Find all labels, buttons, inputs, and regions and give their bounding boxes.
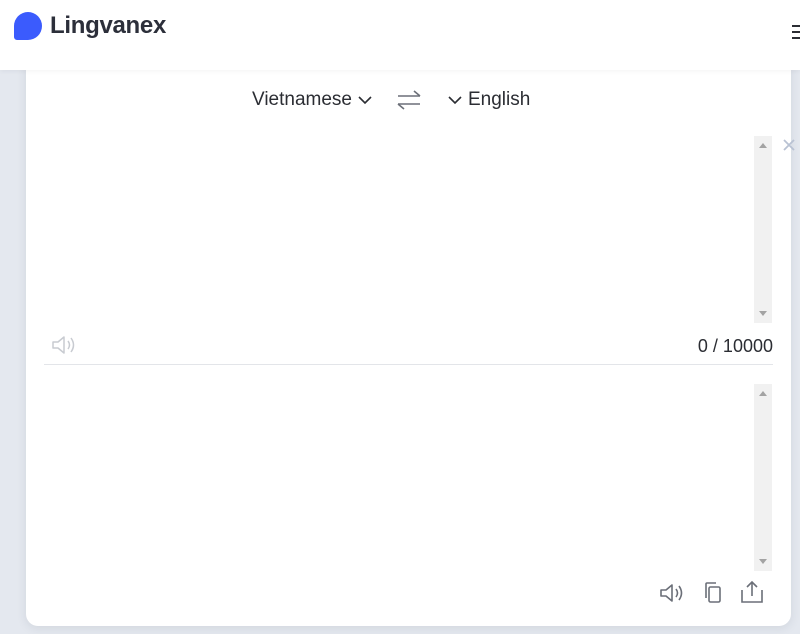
- translator-card: Vietnamese English 0 / 10000: [26, 56, 791, 626]
- source-language-label: Vietnamese: [252, 89, 352, 110]
- chevron-down-icon: [358, 96, 372, 105]
- speaker-icon[interactable]: [50, 334, 78, 356]
- brand-logo[interactable]: Lingvanex: [14, 12, 166, 40]
- logo-mark: [14, 12, 42, 40]
- speaker-icon[interactable]: [658, 581, 686, 605]
- scroll-up-arrow[interactable]: [759, 143, 767, 148]
- source-scrollbar[interactable]: [754, 136, 772, 323]
- copy-icon[interactable]: [702, 580, 724, 606]
- section-divider: [44, 364, 773, 365]
- scroll-down-arrow[interactable]: [759, 559, 767, 564]
- scroll-down-arrow[interactable]: [759, 311, 767, 316]
- target-scrollbar[interactable]: [754, 384, 772, 571]
- translation-output[interactable]: [44, 384, 754, 569]
- hamburger-menu-icon[interactable]: [792, 24, 800, 40]
- share-icon[interactable]: [739, 579, 765, 605]
- swap-languages-icon[interactable]: [395, 89, 423, 111]
- chevron-down-icon: [448, 96, 462, 105]
- character-counter: 0 / 10000: [697, 336, 773, 356]
- brand-name: Lingvanex: [50, 12, 166, 39]
- source-text-input[interactable]: [44, 136, 754, 321]
- top-header: Lingvanex: [0, 0, 800, 70]
- scroll-up-arrow[interactable]: [759, 391, 767, 396]
- target-language-label: English: [468, 89, 531, 110]
- source-language-select[interactable]: Vietnamese: [252, 89, 373, 111]
- close-icon[interactable]: [781, 137, 797, 153]
- target-language-select[interactable]: English: [447, 89, 530, 111]
